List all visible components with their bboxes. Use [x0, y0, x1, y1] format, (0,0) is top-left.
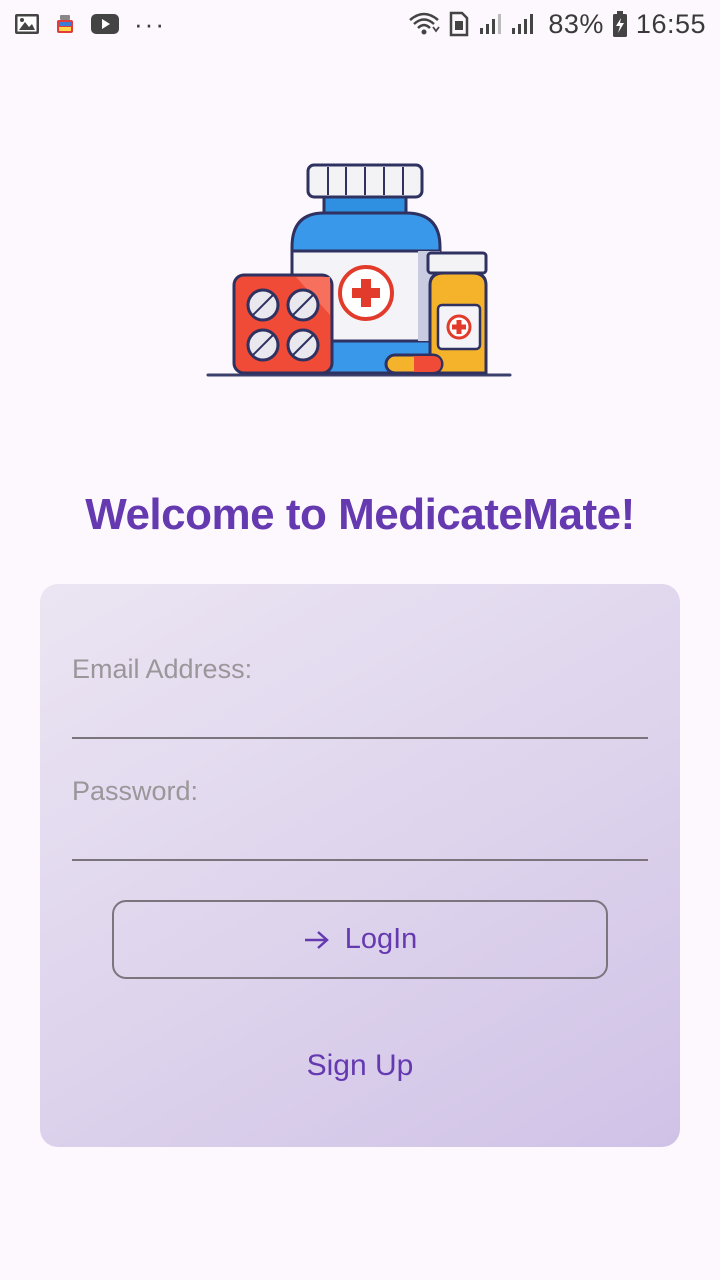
medicine-bottles-illustration — [200, 155, 520, 385]
signal-icon — [478, 12, 540, 36]
status-bar: ··· 83% 16:55 — [0, 0, 720, 48]
wifi-icon — [408, 11, 441, 37]
youtube-icon — [90, 13, 120, 35]
more-dots-icon: ··· — [134, 8, 166, 39]
sim-icon — [448, 11, 470, 37]
gallery-icon — [14, 12, 40, 36]
login-button-label: LogIn — [344, 923, 418, 955]
battery-icon — [612, 10, 628, 38]
password-field: Password: — [72, 776, 648, 861]
app-notification-icon — [54, 13, 76, 35]
signup-link[interactable]: Sign Up — [40, 1049, 680, 1083]
email-label: Email Address: — [72, 654, 253, 684]
clock: 16:55 — [635, 8, 706, 39]
login-button[interactable]: LogIn — [112, 900, 608, 979]
arrow-right-icon — [303, 929, 331, 951]
email-input[interactable] — [72, 694, 648, 738]
password-input[interactable] — [72, 816, 648, 860]
password-label: Password: — [72, 776, 199, 806]
login-card: Email Address: Password: LogIn Sign Up — [40, 584, 680, 1147]
welcome-title: Welcome to MedicateMate! — [85, 490, 635, 539]
password-underline — [72, 859, 648, 861]
email-field: Email Address: — [72, 654, 648, 739]
status-bar-left: ··· — [14, 9, 166, 40]
battery-percent: 83% — [548, 8, 604, 39]
email-underline — [72, 737, 648, 739]
status-bar-right: 83% 16:55 — [408, 9, 706, 40]
